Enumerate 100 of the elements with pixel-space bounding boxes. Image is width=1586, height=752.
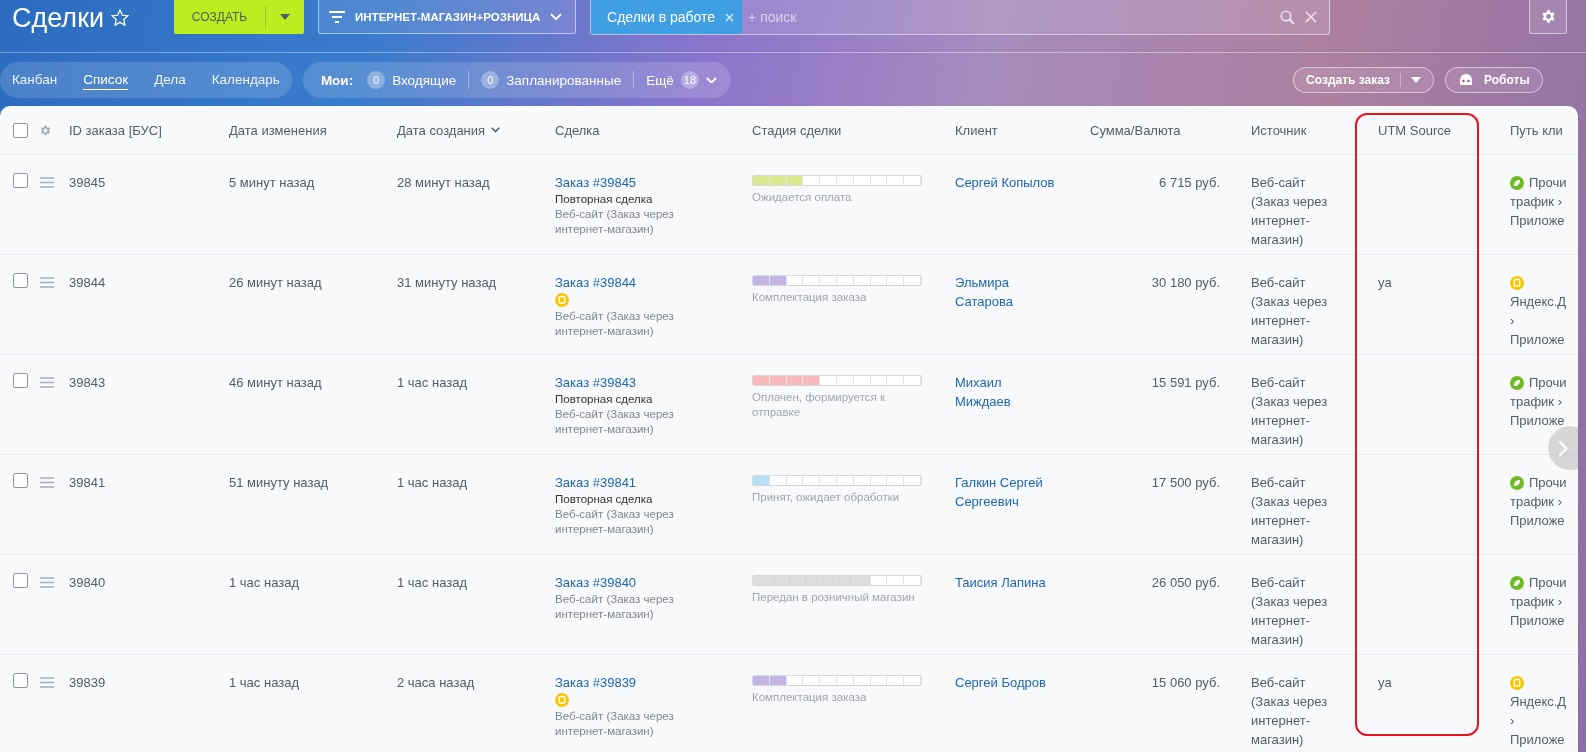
stage-label: Комплектация заказа	[752, 290, 868, 305]
create-order-button[interactable]: Создать заказ	[1293, 67, 1435, 93]
table-cell-text: 1 час назад	[397, 474, 467, 492]
path-step: трафик ›	[1510, 392, 1562, 411]
table-cell-text: 1 час назад	[397, 374, 467, 392]
table-cell-text: 6 715 руб.	[1159, 174, 1220, 192]
deal-link[interactable]: Заказ #39840	[555, 573, 637, 592]
counter-item[interactable]: 0 Входящие	[367, 71, 457, 89]
column-header[interactable]: Сумма/Валюта	[1090, 122, 1181, 138]
path-step: трафик ›	[1510, 492, 1562, 511]
deal-link[interactable]: Заказ #39844	[555, 273, 637, 292]
client-link[interactable]: Сергей Копылов	[955, 173, 1055, 192]
deal-note: Повторная сделка	[555, 392, 653, 407]
path-step: Приложе	[1510, 611, 1565, 630]
client-link[interactable]: Сергей Бодров	[955, 673, 1055, 692]
table-cell-text: 17 500 руб.	[1151, 474, 1220, 492]
column-header[interactable]: Сделка	[555, 122, 600, 138]
path-step: Приложе	[1510, 330, 1565, 349]
stage-label: Принят, ожидает обработки	[752, 490, 901, 505]
deal-source: Веб-сайт (Заказ через интернет-магазин)	[555, 592, 675, 622]
column-header[interactable]: ID заказа [БУС]	[69, 122, 162, 138]
table-cell-text: Веб-сайт (Заказ через интернет-магазин)	[1251, 174, 1329, 249]
deal-source: Веб-сайт (Заказ через интернет-магазин)	[555, 207, 675, 237]
path-step: Прочи	[1529, 473, 1567, 492]
view-tab[interactable]: Дела	[154, 70, 186, 90]
deal-link[interactable]: Заказ #39845	[555, 173, 637, 192]
path-step: Яндекс.Д	[1510, 292, 1567, 311]
column-header[interactable]: Источник	[1251, 122, 1307, 138]
path-step: Прочи	[1529, 173, 1567, 192]
table-cell-text: Веб-сайт (Заказ через интернет-магазин)	[1251, 674, 1329, 749]
table-cell-text: 1 час назад	[229, 674, 299, 692]
column-header[interactable]: Дата изменения	[229, 122, 327, 138]
table-cell-text: 15 060 руб.	[1151, 674, 1220, 692]
table-cell-text: 39840	[69, 574, 106, 592]
view-tab[interactable]: Список	[83, 70, 129, 90]
column-header[interactable]: Клиент	[955, 122, 998, 138]
table-cell-text: 31 минуту назад	[397, 274, 497, 292]
path-step: трафик ›	[1510, 592, 1562, 611]
search-input[interactable]: + поиск	[742, 9, 1281, 25]
stage-label: Ожидается оплата	[752, 190, 853, 205]
path-step: ›	[1510, 711, 1515, 730]
table-cell-text: 26 050 руб.	[1151, 574, 1220, 592]
deal-note: Повторная сделка	[555, 192, 653, 207]
deal-source: Веб-сайт (Заказ через интернет-магазин)	[555, 507, 675, 537]
table-cell-text: 5 минут назад	[229, 174, 315, 192]
column-header[interactable]: Стадия сделки	[752, 122, 842, 138]
path-step: Прочи	[1529, 573, 1567, 592]
path-step: Приложе	[1510, 730, 1565, 749]
counter-label: Мои:	[320, 72, 354, 88]
stage-label: Передан в розничный магазин	[752, 590, 916, 605]
stage-label: Комплектация заказа	[752, 690, 868, 705]
table-cell-text: Веб-сайт (Заказ через интернет-магазин)	[1251, 274, 1329, 349]
deal-link[interactable]: Заказ #39839	[555, 673, 637, 692]
view-tab[interactable]: Календарь	[211, 70, 280, 90]
client-link[interactable]: Галкин Сергей Сергеевич	[955, 473, 1055, 511]
deal-source: Веб-сайт (Заказ через интернет-магазин)	[555, 407, 675, 437]
table-cell-text: 28 минут назад	[397, 174, 490, 192]
stage-label: Оплачен, формируется к отправке	[752, 390, 886, 420]
path-step: Приложе	[1510, 511, 1565, 530]
deal-note: Повторная сделка	[555, 492, 653, 507]
count-badge: 0	[481, 71, 500, 89]
table-cell-text: 46 минут назад	[229, 374, 322, 392]
table-cell-text: 26 минут назад	[229, 274, 322, 292]
deal-source: Веб-сайт (Заказ через интернет-магазин)	[555, 709, 675, 739]
deal-source: Веб-сайт (Заказ через интернет-магазин)	[555, 309, 675, 339]
table-cell-text: Веб-сайт (Заказ через интернет-магазин)	[1251, 574, 1329, 649]
more-button[interactable]: Ещё 18	[646, 71, 718, 89]
column-header[interactable]: Путь кли	[1510, 122, 1563, 138]
path-step: Приложе	[1510, 211, 1565, 230]
table-cell-text: 1 час назад	[397, 574, 467, 592]
table-cell-text: 39844	[69, 274, 106, 292]
client-link[interactable]: Таисия Лапина	[955, 573, 1055, 592]
path-step: трафик ›	[1510, 192, 1562, 211]
table-cell-text: 39841	[69, 474, 106, 492]
deal-link[interactable]: Заказ #39841	[555, 473, 637, 492]
table-cell-text: Веб-сайт (Заказ через интернет-магазин)	[1251, 374, 1329, 449]
table-cell-text: 1 час назад	[229, 574, 299, 592]
column-header[interactable]: Дата создания	[397, 122, 486, 138]
filter-button[interactable]: ИНТЕРНЕТ-МАГАЗИН+РОЗНИЦА	[318, 0, 577, 34]
path-step: Прочи	[1529, 373, 1567, 392]
create-button[interactable]: СОЗДАТЬ	[174, 6, 267, 28]
path-step: ›	[1510, 311, 1515, 330]
page-title: Сделки	[12, 2, 105, 34]
client-link[interactable]: Эльмира Сатарова	[955, 273, 1055, 311]
count-badge: 18	[680, 71, 700, 89]
table-cell-text: ya	[1378, 274, 1392, 292]
table-cell-text: 51 минуту назад	[229, 474, 329, 492]
table-cell-text: Веб-сайт (Заказ через интернет-магазин)	[1251, 474, 1329, 549]
counter-item[interactable]: 0 Запланированные	[481, 71, 622, 89]
path-step: Приложе	[1510, 411, 1565, 430]
view-tab[interactable]: Канбан	[12, 70, 58, 90]
table-cell-text: 30 180 руб.	[1151, 274, 1220, 292]
deal-link[interactable]: Заказ #39843	[555, 373, 637, 392]
table-cell-text: 39843	[69, 374, 106, 392]
robots-button[interactable]: Роботы	[1445, 67, 1543, 93]
table-cell-text: 2 часа назад	[397, 674, 475, 692]
client-link[interactable]: Михаил Миждаев	[955, 373, 1055, 411]
path-step: Яндекс.Д	[1510, 692, 1567, 711]
count-badge: 0	[367, 71, 386, 89]
column-header[interactable]: UTM Source	[1378, 122, 1451, 138]
